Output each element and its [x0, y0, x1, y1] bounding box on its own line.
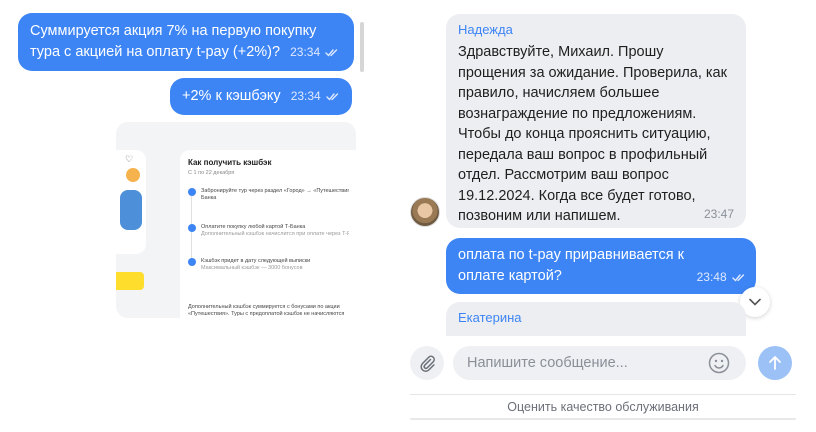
message-time: 23:47 — [703, 207, 734, 221]
outgoing-message[interactable]: +2% к кэшбэку 23:34 — [170, 78, 353, 115]
divider — [410, 418, 796, 420]
rate-service-link[interactable]: Оценить качество обслуживания — [410, 400, 796, 414]
avatar[interactable] — [410, 197, 440, 227]
crown-icon — [188, 258, 196, 266]
message-time: 23:34 — [291, 89, 340, 103]
cashback-info-panel: Как получить кэшбэк С 1 по 22 декабря За… — [180, 150, 356, 318]
incoming-message[interactable]: Надежда Здравствуйте, Михаил. Прошу прощ… — [446, 14, 746, 228]
chevron-down-icon — [749, 298, 761, 306]
cashback-subtitle: С 1 по 22 декабря — [188, 170, 235, 176]
promo-image: ♡ — [116, 150, 146, 254]
incoming-message[interactable]: Екатерина — [446, 302, 746, 336]
message-input[interactable] — [453, 346, 746, 380]
left-scrollbar[interactable] — [360, 22, 364, 72]
emoji-button[interactable] — [708, 352, 730, 374]
smile-icon — [708, 352, 730, 374]
heart-icon: ♡ — [125, 154, 134, 164]
promo-button — [116, 272, 144, 290]
card-icon — [188, 224, 196, 232]
message-text: Суммируется акция 7% на первую покупку т… — [30, 23, 317, 60]
arrow-up-icon — [769, 356, 781, 370]
cashback-step: Оплатите покупку любой картой Т-Банка До… — [188, 224, 349, 238]
message-time: 23:34 — [290, 45, 339, 59]
sender-name: Екатерина — [458, 310, 522, 325]
cashback-title: Как получить кэшбэк — [188, 158, 272, 167]
outgoing-message[interactable]: оплата по t-pay приравнивается к оплате … — [446, 238, 756, 294]
read-checkmarks-icon — [732, 274, 745, 282]
cashback-step: Забронируйте тур через раздел «Город» → … — [188, 188, 349, 202]
cashback-step: Кэшбэк придет в дату следующей выписки М… — [188, 258, 349, 272]
cashback-footer: Дополнительный кэшбэк суммируется с бону… — [188, 304, 345, 317]
right-chat-panel: Надежда Здравствуйте, Михаил. Прошу прощ… — [400, 0, 800, 432]
screenshot-attachment[interactable]: ♡ Как получить кэшбэк С 1 по 22 декабря … — [116, 122, 356, 318]
message-text: Здравствуйте, Михаил. Прошу прощения за … — [458, 44, 727, 224]
attach-button[interactable] — [410, 346, 444, 380]
cart-icon — [188, 188, 196, 196]
paperclip-icon — [420, 355, 435, 372]
outgoing-message[interactable]: Суммируется акция 7% на первую покупку т… — [18, 13, 354, 71]
promo-decoration — [120, 190, 142, 230]
read-checkmarks-icon — [326, 93, 339, 101]
message-composer — [408, 338, 800, 392]
message-text: оплата по t-pay приравнивается к оплате … — [458, 247, 684, 284]
read-checkmarks-icon — [325, 49, 338, 57]
sender-name: Надежда — [458, 22, 513, 37]
send-button[interactable] — [758, 346, 792, 380]
promo-decoration — [126, 168, 140, 182]
message-text: +2% к кэшбэку — [182, 88, 281, 104]
left-chat-panel: Суммируется акция 7% на первую покупку т… — [0, 0, 370, 432]
divider — [410, 394, 796, 395]
message-time: 23:48 — [697, 267, 746, 288]
